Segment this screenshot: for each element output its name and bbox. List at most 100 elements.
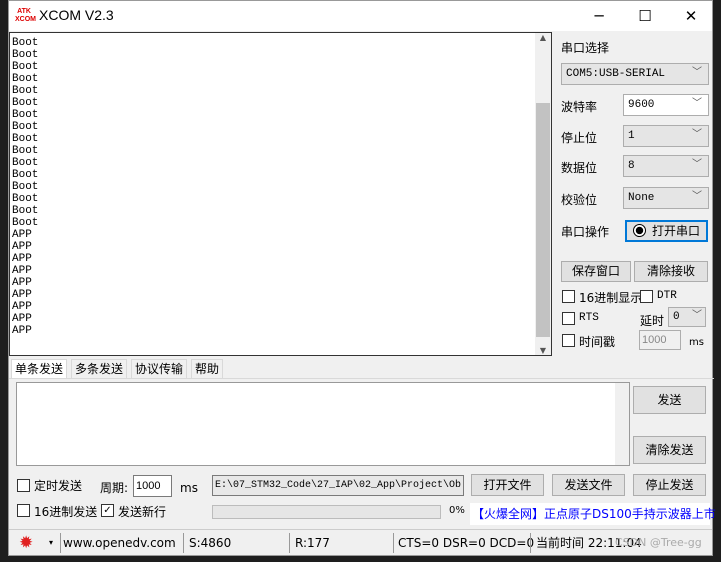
delay-value: 0 (673, 311, 680, 323)
send-textarea[interactable] (16, 382, 630, 466)
scroll-up-icon[interactable]: ▲ (535, 33, 551, 42)
scroll-down-icon[interactable]: ▼ (535, 346, 551, 355)
dropdown-arrow-icon[interactable]: ▾ (49, 530, 53, 556)
receive-scrollbar[interactable]: ▲ ▼ (535, 33, 551, 355)
newline-checkbox[interactable]: ✓ (101, 504, 114, 517)
send-button[interactable]: 发送 (633, 386, 706, 414)
timed-send-checkbox[interactable] (17, 479, 30, 492)
stop-send-button[interactable]: 停止发送 (633, 474, 706, 496)
tab-3[interactable]: 帮助 (191, 359, 224, 379)
stop-bits-select[interactable]: 1 ﹀ (623, 125, 709, 147)
parity-value: None (628, 192, 655, 204)
scroll-thumb[interactable] (536, 103, 550, 337)
data-bits-select[interactable]: 8 ﹀ (623, 155, 709, 177)
timestamp-checkbox[interactable] (562, 334, 575, 347)
title-bar: ATK XCOM XCOM V2.3 ─ ☐ ✕ (9, 1, 712, 31)
maximize-button[interactable]: ☐ (622, 1, 668, 31)
data-bits-label: 数据位 (561, 161, 598, 175)
ad-link[interactable]: 【火爆全网】正点原子DS100手持示波器上市 (470, 503, 716, 525)
send-file-button[interactable]: 发送文件 (552, 474, 625, 496)
chevron-down-icon: ﹀ (692, 311, 702, 322)
watermark: CSDN @Tree-gg (615, 536, 702, 549)
period-input[interactable]: 1000 (133, 475, 172, 497)
clear-receive-button[interactable]: 清除接收 (634, 261, 708, 282)
open-port-label: 打开串口 (651, 224, 700, 238)
chevron-down-icon: ﹀ (692, 130, 702, 141)
stop-bits-label: 停止位 (561, 131, 598, 145)
log-line: Boot (12, 157, 39, 169)
port-value: COM5:USB-SERIAL (566, 68, 666, 80)
tab-2[interactable]: 协议传输 (131, 359, 188, 379)
recv-count: R:177 (295, 536, 330, 550)
log-line: Boot (12, 169, 39, 181)
hex-send-label: 16进制发送 (34, 505, 98, 519)
timestamp-input[interactable]: 1000 (639, 330, 681, 350)
chevron-down-icon: ﹀ (692, 192, 702, 203)
log-line: Boot (12, 205, 39, 217)
port-label: 串口选择 (561, 41, 610, 55)
baud-select[interactable]: 9600 ﹀ (623, 94, 709, 116)
log-line: APP (12, 301, 32, 313)
log-line: APP (12, 229, 32, 241)
log-line: Boot (12, 121, 39, 133)
timestamp-label: 时间戳 (579, 335, 616, 349)
delay-label: 延时 (640, 314, 665, 328)
radio-icon (633, 224, 646, 237)
baud-value: 9600 (628, 99, 655, 111)
line-status: CTS=0 DSR=0 DCD=0 (398, 536, 535, 550)
timed-send-label: 定时发送 (34, 479, 83, 493)
file-path-input[interactable]: E:\07_STM32_Code\27_IAP\02_App\Project\O… (212, 475, 464, 496)
hex-send-checkbox[interactable] (17, 504, 30, 517)
rts-label: RTS (579, 312, 599, 324)
log-line: Boot (12, 37, 39, 49)
check-icon: ✓ (103, 505, 112, 516)
send-scrollbar[interactable] (615, 383, 629, 465)
period-label: 周期: (100, 481, 129, 495)
parity-label: 校验位 (561, 193, 598, 207)
log-line: Boot (12, 145, 39, 157)
rts-checkbox[interactable] (562, 312, 575, 325)
log-line: APP (12, 265, 32, 277)
log-line: Boot (12, 133, 39, 145)
log-line: APP (12, 313, 32, 325)
delay-select[interactable]: 0 ﹀ (668, 307, 706, 327)
status-bar: ✹ ▾ www.openedv.com S:4860 R:177 CTS=0 D… (9, 529, 712, 555)
log-line: Boot (12, 217, 39, 229)
parity-select[interactable]: None ﹀ (623, 187, 709, 209)
tab-1[interactable]: 多条发送 (71, 359, 128, 379)
window-title: XCOM V2.3 (39, 7, 114, 23)
log-line: APP (12, 253, 32, 265)
sent-count: S:4860 (189, 536, 232, 550)
port-select[interactable]: COM5:USB-SERIAL ﹀ (561, 63, 709, 85)
stop-bits-value: 1 (628, 130, 635, 142)
xcom-window: ATK XCOM XCOM V2.3 ─ ☐ ✕ Boot Boot Boot Boot… (8, 0, 716, 556)
log-line: APP (12, 277, 32, 289)
progress-bar (212, 505, 441, 519)
log-line: Boot (12, 61, 39, 73)
receive-area[interactable]: Boot Boot Boot Boot Boot Boot Boot Boot Boot Boot… (9, 32, 552, 356)
log-line: Boot (12, 73, 39, 85)
hex-display-checkbox[interactable] (562, 290, 575, 303)
log-line: Boot (12, 181, 39, 193)
hex-display-label: 16进制显示 (579, 291, 643, 305)
log-line: APP (12, 325, 32, 337)
dtr-checkbox[interactable] (640, 290, 653, 303)
open-port-button[interactable]: 打开串口 (625, 220, 708, 242)
clear-send-button[interactable]: 清除发送 (633, 436, 706, 464)
minimize-button[interactable]: ─ (576, 1, 622, 31)
log-line: Boot (12, 193, 39, 205)
log-line: Boot (12, 109, 39, 121)
log-line: Boot (12, 49, 39, 61)
tab-0[interactable]: 单条发送 (11, 359, 68, 379)
open-file-button[interactable]: 打开文件 (471, 474, 544, 496)
log-line: APP (12, 241, 32, 253)
chevron-down-icon: ﹀ (692, 68, 702, 79)
gear-icon[interactable]: ✹ (19, 530, 33, 556)
log-line: Boot (12, 85, 39, 97)
website-link[interactable]: www.openedv.com (63, 530, 176, 556)
period-ms-label: ms (180, 481, 198, 495)
save-window-button[interactable]: 保存窗口 (561, 261, 631, 282)
tab-divider (9, 378, 714, 379)
log-line: APP (12, 289, 32, 301)
close-button[interactable]: ✕ (668, 1, 714, 31)
